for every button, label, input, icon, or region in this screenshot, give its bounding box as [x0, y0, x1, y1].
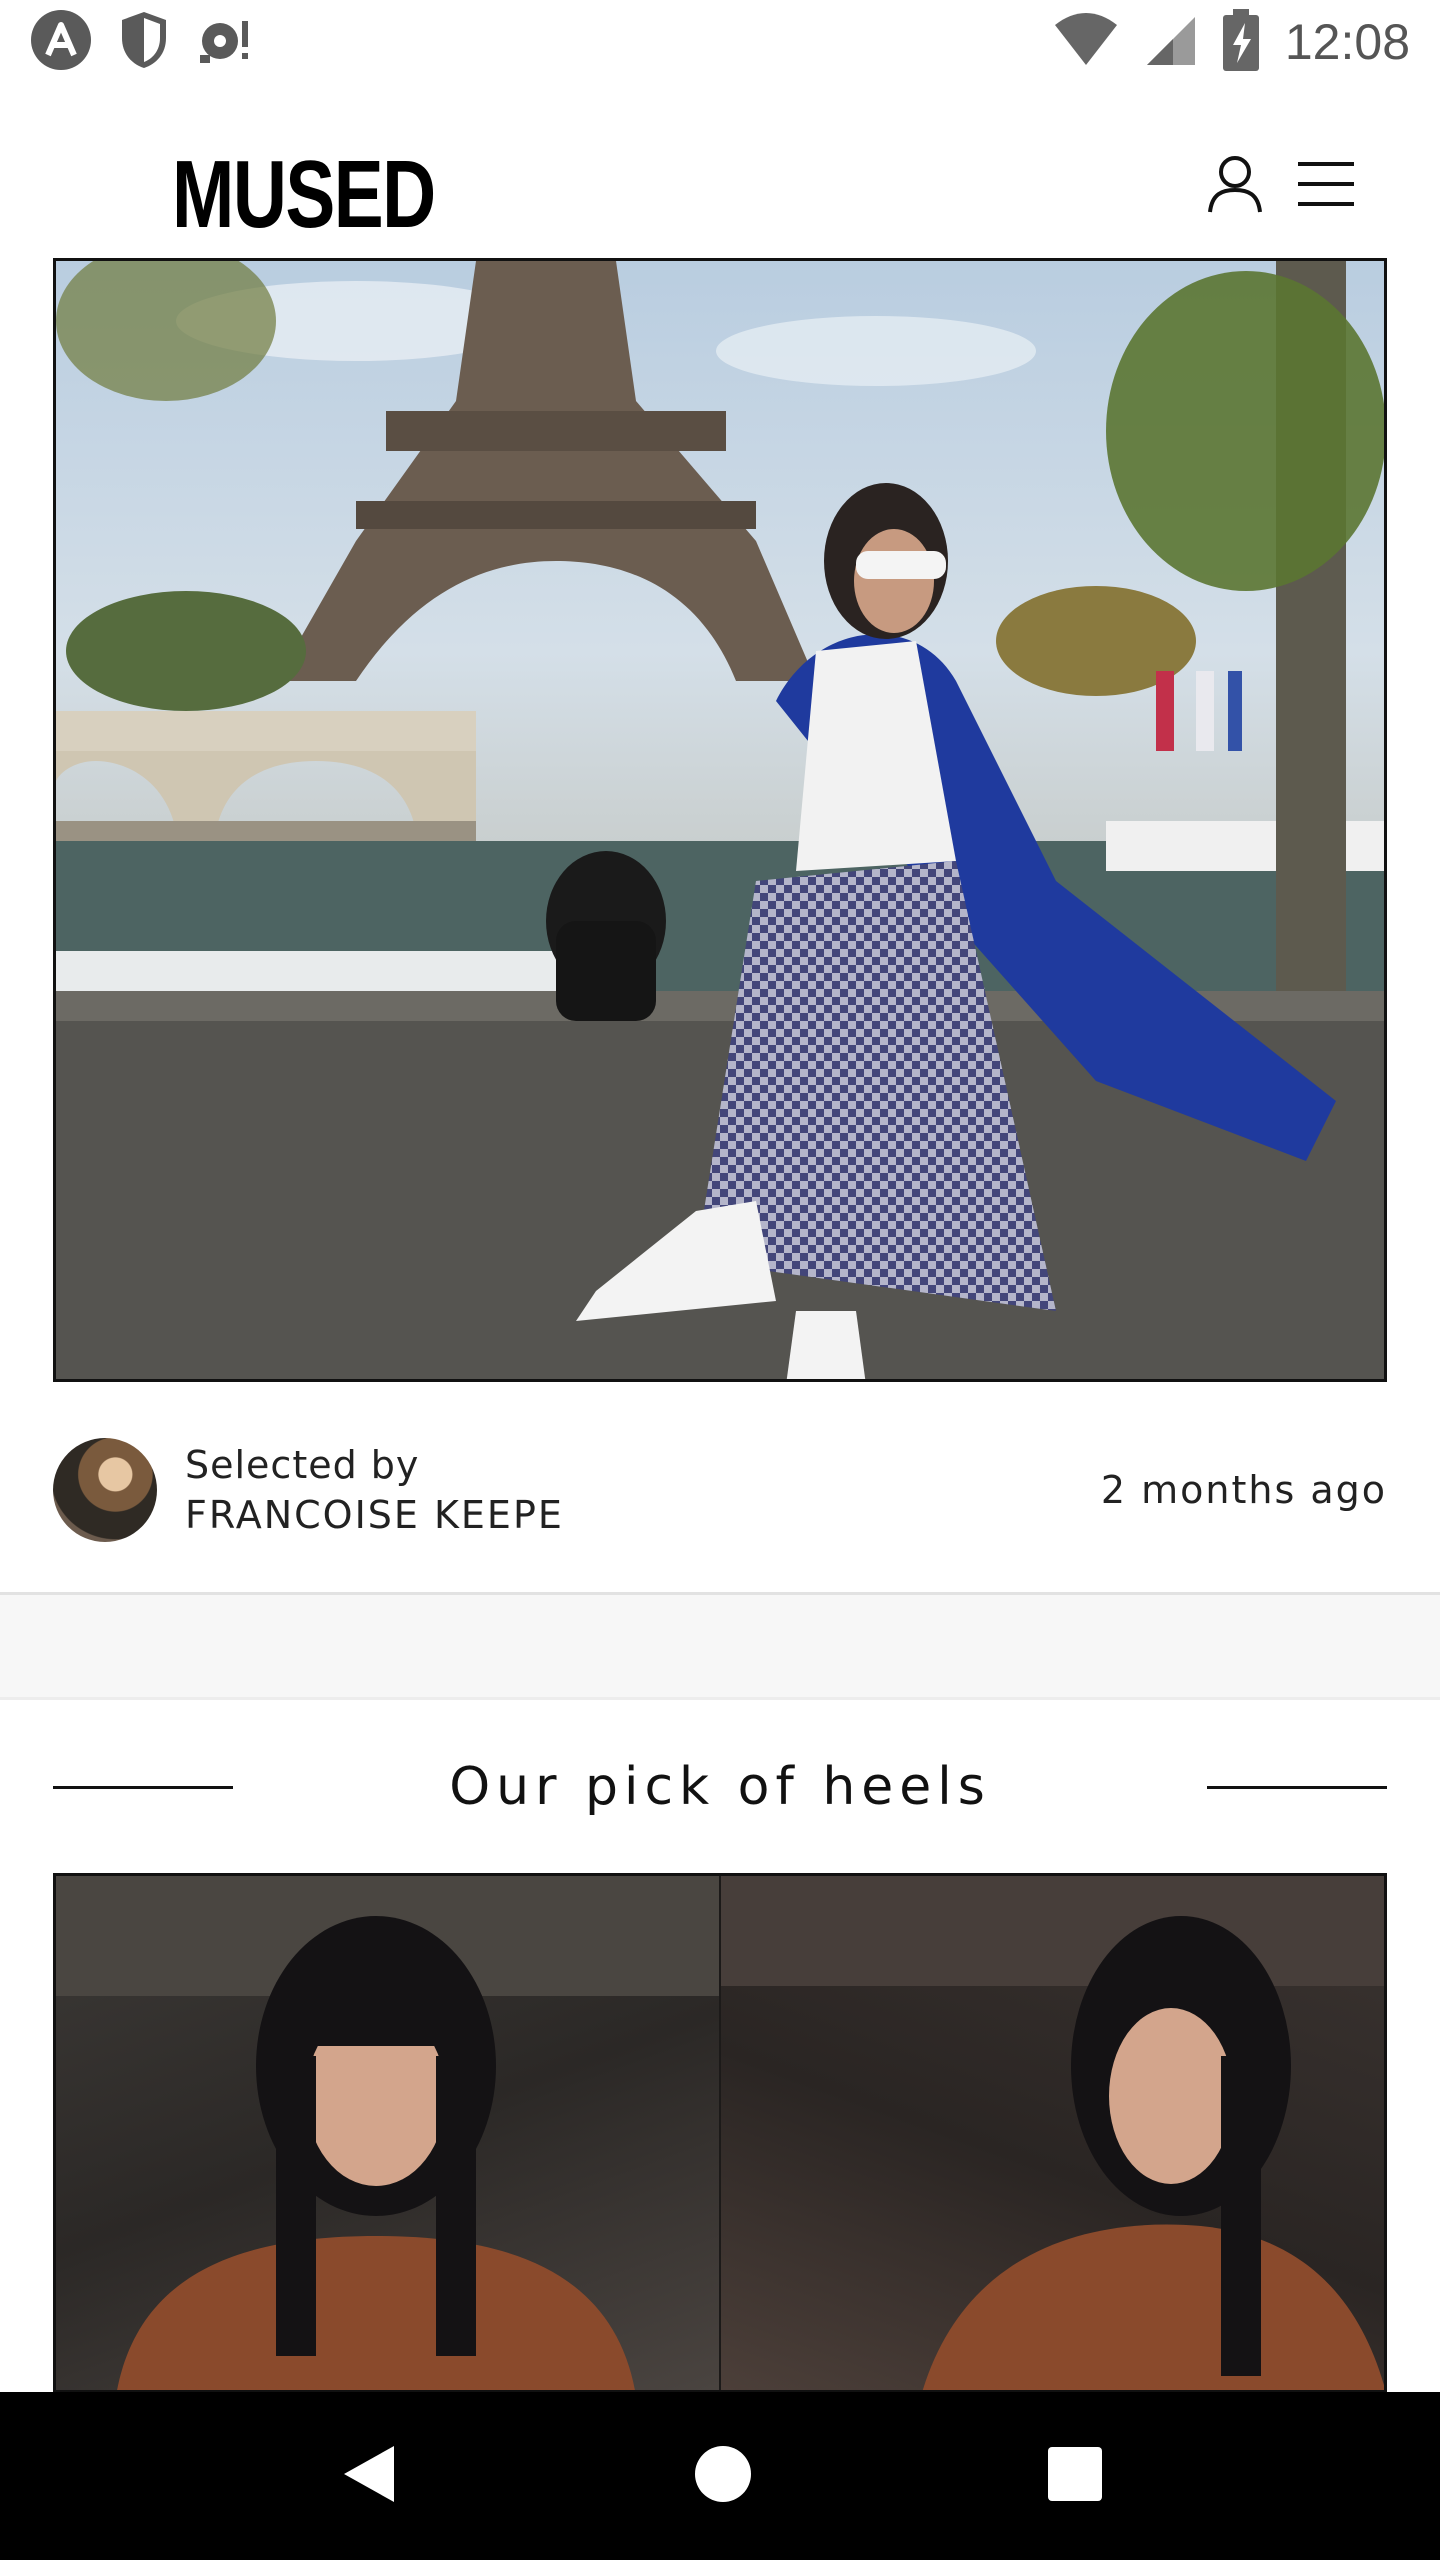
post-time-ago: 2 months ago	[1100, 1468, 1387, 1512]
home-icon[interactable]	[694, 2445, 752, 2507]
curator-name[interactable]: FRANCOISE KEEPE	[185, 1493, 1101, 1537]
wifi-icon	[1053, 13, 1119, 71]
app-screen: 12:08 MUSED Selected by FRANCOISE KEEPE …	[0, 0, 1440, 2560]
heading-rule-right	[1207, 1785, 1387, 1789]
signal-icon	[1145, 13, 1197, 71]
section-title: Our pick of heels	[449, 1757, 991, 1817]
heels-photo-left[interactable]	[56, 1876, 719, 2390]
brand-logo[interactable]: MUSED	[172, 140, 436, 250]
notification-icon	[196, 15, 254, 69]
account-icon[interactable]	[1206, 154, 1264, 218]
avatar[interactable]	[53, 1438, 157, 1542]
system-nav-bar	[0, 2392, 1440, 2560]
status-time: 12:08	[1284, 14, 1410, 70]
heading-rule-left	[53, 1785, 233, 1789]
heels-photo-right[interactable]	[719, 1876, 1384, 2390]
section-heading: Our pick of heels	[53, 1752, 1387, 1822]
battery-icon	[1222, 9, 1259, 75]
hero-photo[interactable]	[53, 258, 1387, 1382]
app-a-icon	[30, 9, 92, 75]
status-bar: 12:08	[0, 0, 1440, 84]
menu-icon[interactable]	[1298, 160, 1354, 212]
section-divider	[0, 1592, 1440, 1700]
curator-row[interactable]: Selected by FRANCOISE KEEPE 2 months ago	[53, 1438, 1387, 1542]
heels-photo-pair[interactable]	[53, 1873, 1387, 2393]
back-icon[interactable]	[338, 2442, 398, 2510]
selected-by-label: Selected by	[185, 1443, 420, 1487]
shield-icon	[118, 10, 170, 74]
recents-icon[interactable]	[1048, 2447, 1102, 2505]
app-header: MUSED	[0, 110, 1440, 260]
